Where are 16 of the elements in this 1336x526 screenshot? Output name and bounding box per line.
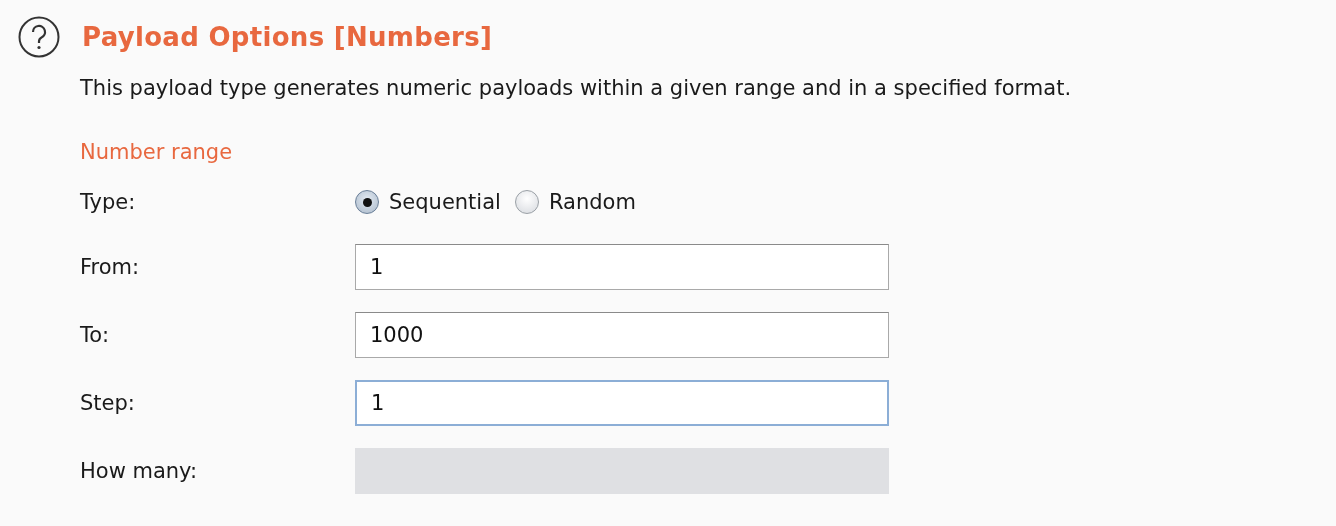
- field-label: From:: [80, 255, 141, 279]
- radio-option[interactable]: Sequential: [355, 190, 501, 214]
- radio-button[interactable]: [514, 190, 539, 214]
- field-label: How many:: [80, 459, 199, 483]
- radio-option[interactable]: Random: [514, 190, 636, 214]
- field-label: Type:: [80, 190, 137, 214]
- input-field[interactable]: 1000: [355, 312, 889, 358]
- field-label: To:: [80, 323, 111, 347]
- help-icon[interactable]: [18, 16, 60, 58]
- section-title: Payload Options [Numbers]: [82, 22, 493, 52]
- radio-button[interactable]: [355, 190, 379, 214]
- input-field[interactable]: 1: [355, 380, 889, 426]
- section-description: This payload type generates numeric payloads within a given range and in a specified format.: [80, 76, 1073, 100]
- field-label: Step:: [80, 391, 136, 415]
- group-title: Number range: [80, 140, 234, 164]
- input-field[interactable]: 1: [355, 244, 889, 290]
